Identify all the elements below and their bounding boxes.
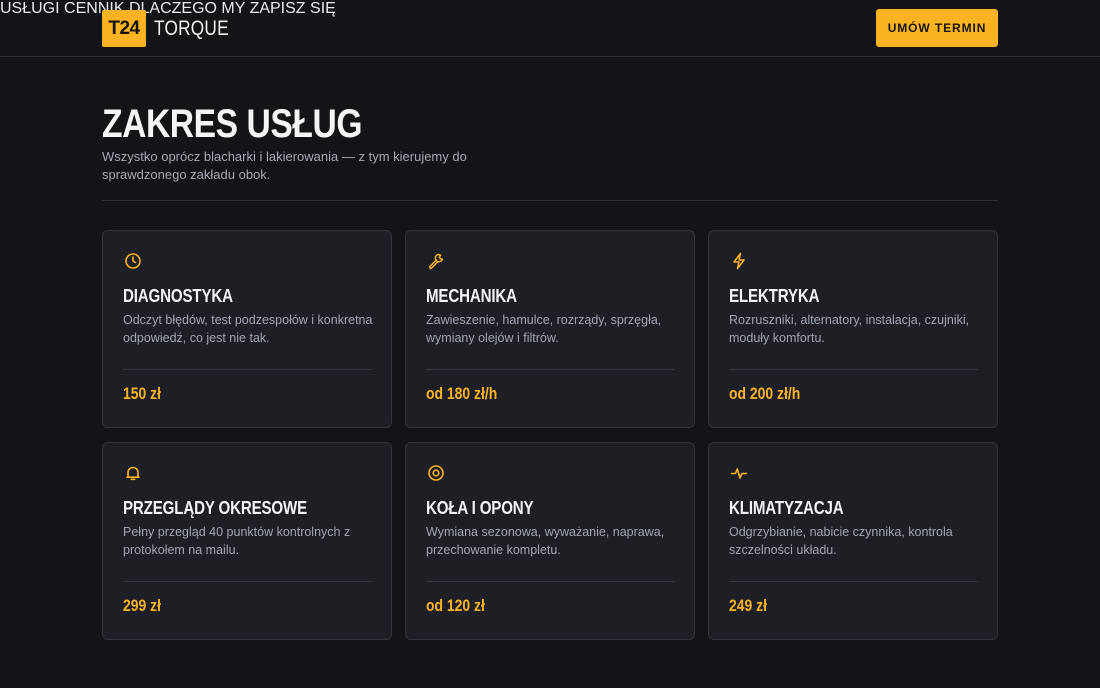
service-price: 299 zł [123,596,161,615]
service-price: od 120 zł [426,596,485,615]
service-card-diagnostyka[interactable]: DIAGNOSTYKA Odczyt błędów, test podzespo… [102,230,392,428]
service-title: PRZEGLĄDY OKRESOWE [123,498,308,518]
card-divider [426,581,675,582]
clock-icon [125,253,141,269]
page-title: ZAKRES USŁUG [102,102,363,146]
service-price: 150 zł [123,384,161,403]
service-description: Odczyt błędów, test podzespołów i konkre… [123,313,373,345]
wheel-icon [428,465,444,481]
page-subtitle: Wszystko oprócz blacharki i lakierowania… [102,149,467,182]
service-title: ELEKTRYKA [729,286,820,306]
service-description: Rozruszniki, alternatory, instalacja, cz… [729,313,970,345]
pulse-icon [730,468,748,479]
service-price: 249 zł [729,596,767,615]
card-divider [123,581,372,582]
service-description: Wymiana sezonowa, wyważanie, naprawa, pr… [426,525,665,557]
service-title: KLIMATYZACJA [729,498,844,518]
service-card-kola-opony[interactable]: KOŁA I OPONY Wymiana sezonowa, wyważanie… [405,442,695,640]
wrench-icon [428,253,444,270]
brand-name: TORQUE [154,16,229,40]
service-title: DIAGNOSTYKA [123,286,233,306]
card-divider [729,369,978,370]
service-title: KOŁA I OPONY [426,498,534,518]
logo-badge: T24 [102,10,146,47]
service-description: Pełny przegląd 40 punktów kontrolnych z … [123,525,351,557]
nav-link-zapisz-sie[interactable]: ZAPISZ SIĘ [250,0,336,17]
lightning-icon [733,252,745,270]
card-divider [426,369,675,370]
service-title: MECHANIKA [426,286,517,306]
service-description: Zawieszenie, hamulce, rozrządy, sprzęgła… [426,313,662,345]
service-card-elektryka[interactable]: ELEKTRYKA Rozruszniki, alternatory, inst… [708,230,998,428]
service-card-mechanika[interactable]: MECHANIKA Zawieszenie, hamulce, rozrządy… [405,230,695,428]
card-divider [729,581,978,582]
service-price: od 200 zł/h [729,384,801,403]
section-divider [102,200,998,201]
top-navbar: T24 TORQUE USŁUGI CENNIK DLACZEGO MY ZAP… [0,0,1100,57]
book-appointment-button[interactable]: UMÓW TERMIN [876,9,998,47]
card-divider [123,369,372,370]
nav-link-uslugi[interactable]: USŁUGI [0,0,60,17]
service-card-przeglady[interactable]: PRZEGLĄDY OKRESOWE Pełny przegląd 40 pun… [102,442,392,640]
brand-logo[interactable]: T24 TORQUE [102,10,245,47]
service-card-klimatyzacja[interactable]: KLIMATYZACJA Odgrzybianie, nabicie czynn… [708,442,998,640]
bell-icon [126,466,140,481]
service-price: od 180 zł/h [426,384,498,403]
service-description: Odgrzybianie, nabicie czynnika, kontrola… [729,525,953,557]
